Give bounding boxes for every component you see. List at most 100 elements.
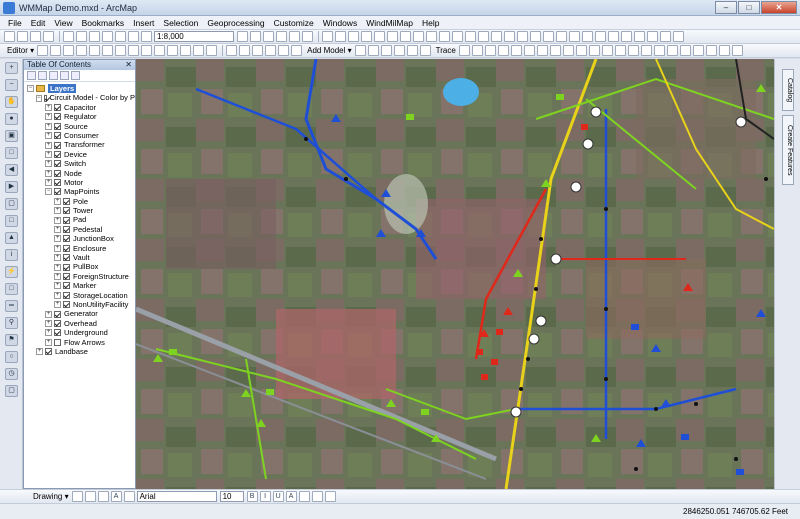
expand-icon[interactable]: + xyxy=(54,197,61,205)
toc-layer-row[interactable]: + Marker xyxy=(24,281,135,290)
trace-tool-6-icon[interactable] xyxy=(523,45,535,56)
edit-vertices-icon[interactable] xyxy=(115,45,127,56)
model-tool-3-icon[interactable] xyxy=(380,45,392,56)
toc-layer-row[interactable]: − Circuit Model - Color by P xyxy=(24,93,135,102)
expand-icon[interactable]: + xyxy=(45,160,52,168)
layer-visibility-checkbox[interactable] xyxy=(63,291,70,299)
html-popup-icon[interactable]: □ xyxy=(5,283,18,295)
layer-visibility-checkbox[interactable] xyxy=(63,244,70,252)
forward-extent-icon[interactable]: ▶ xyxy=(5,181,18,193)
toc-layer-row[interactable]: + Capacitor xyxy=(24,103,135,112)
bold-icon[interactable]: B xyxy=(246,491,258,502)
menu-view[interactable]: View xyxy=(54,18,72,28)
menu-help[interactable]: Help xyxy=(422,18,439,28)
toc-layer-row[interactable]: + Consumer xyxy=(24,131,135,140)
trace-tool-9-icon[interactable] xyxy=(562,45,574,56)
editor-toolbar-icon[interactable] xyxy=(237,31,248,42)
redo-icon[interactable] xyxy=(128,31,139,42)
pan-icon[interactable]: ✋ xyxy=(5,96,18,108)
python-icon[interactable] xyxy=(302,31,313,42)
editor-menu[interactable]: Editor ▾ xyxy=(7,46,34,55)
identify-icon[interactable]: i xyxy=(5,249,18,261)
layer-visibility-checkbox[interactable] xyxy=(54,113,61,121)
expand-icon[interactable]: + xyxy=(45,329,52,337)
go-to-xy-icon[interactable]: ○ xyxy=(5,351,18,363)
trace-tool-5-icon[interactable] xyxy=(510,45,522,56)
expand-icon[interactable]: + xyxy=(54,207,61,215)
trace-tool-8-icon[interactable] xyxy=(549,45,561,56)
expand-icon[interactable]: + xyxy=(54,254,61,262)
toc-layer-row[interactable]: + Device xyxy=(24,150,135,159)
layer-visibility-checkbox[interactable] xyxy=(54,150,61,158)
expand-icon[interactable]: + xyxy=(45,150,52,158)
italic-icon[interactable]: I xyxy=(259,491,271,502)
windmil-tool-24-icon[interactable] xyxy=(621,31,632,42)
windmil-tool-18-icon[interactable] xyxy=(543,31,554,42)
layer-visibility-checkbox[interactable] xyxy=(63,216,70,224)
expand-icon[interactable]: + xyxy=(54,244,61,252)
expand-icon[interactable]: + xyxy=(54,301,61,309)
close-icon[interactable]: ✕ xyxy=(125,60,132,70)
rectangle-icon[interactable] xyxy=(97,491,109,502)
map-view[interactable] xyxy=(136,59,774,489)
layer-visibility-checkbox[interactable] xyxy=(54,103,61,111)
windmil-tool-1-icon[interactable] xyxy=(322,31,333,42)
trace-tool-11-icon[interactable] xyxy=(588,45,600,56)
expand-icon[interactable]: + xyxy=(45,169,52,177)
map-tool-3-icon[interactable] xyxy=(252,45,264,56)
map-tool-1-icon[interactable] xyxy=(226,45,238,56)
toc-layer-row[interactable]: + Transformer xyxy=(24,140,135,149)
zoom-out-icon[interactable]: − xyxy=(5,79,18,91)
trace-tool-3-icon[interactable] xyxy=(484,45,496,56)
map-tool-2-icon[interactable] xyxy=(239,45,251,56)
list-by-source-icon[interactable] xyxy=(38,71,47,80)
layer-visibility-checkbox[interactable] xyxy=(54,310,61,318)
close-button[interactable]: ✕ xyxy=(761,1,797,14)
trace-tool-18-icon[interactable] xyxy=(679,45,691,56)
expand-icon[interactable]: + xyxy=(54,226,61,234)
drawing-menu[interactable]: Drawing ▾ xyxy=(33,492,69,501)
layer-visibility-checkbox[interactable] xyxy=(54,122,61,130)
toc-layer-row[interactable]: + Switch xyxy=(24,159,135,168)
back-extent-icon[interactable]: ◀ xyxy=(5,164,18,176)
hyperlink-icon[interactable]: ⚡ xyxy=(5,266,18,278)
expand-icon[interactable]: + xyxy=(45,338,52,346)
layer-visibility-checkbox[interactable] xyxy=(63,301,70,309)
trace-tool-17-icon[interactable] xyxy=(666,45,678,56)
table-of-contents-icon[interactable] xyxy=(250,31,261,42)
collapse-icon[interactable]: − xyxy=(27,85,34,93)
expand-icon[interactable]: + xyxy=(54,263,61,271)
windmil-tool-16-icon[interactable] xyxy=(517,31,528,42)
expand-icon[interactable]: + xyxy=(36,348,43,356)
layer-visibility-checkbox[interactable] xyxy=(63,263,70,271)
model-tool-1-icon[interactable] xyxy=(354,45,366,56)
split-icon[interactable] xyxy=(154,45,166,56)
layer-visibility-checkbox[interactable] xyxy=(63,235,70,243)
attributes-icon[interactable] xyxy=(180,45,192,56)
windmil-tool-20-icon[interactable] xyxy=(569,31,580,42)
windmil-tool-14-icon[interactable] xyxy=(491,31,502,42)
point-tool-icon[interactable] xyxy=(102,45,114,56)
toc-layer-row[interactable]: + Source xyxy=(24,122,135,131)
expand-icon[interactable]: + xyxy=(45,179,52,187)
layer-visibility-checkbox[interactable] xyxy=(54,141,61,149)
save-icon[interactable] xyxy=(30,31,41,42)
layer-visibility-checkbox[interactable] xyxy=(54,338,61,346)
new-document-icon[interactable] xyxy=(4,31,15,42)
toc-layer-row[interactable]: + ForeignStructure xyxy=(24,272,135,281)
fixed-zoom-in-icon[interactable]: ▣ xyxy=(5,130,18,142)
trace-tool-4-icon[interactable] xyxy=(497,45,509,56)
layer-visibility-checkbox[interactable] xyxy=(63,254,70,262)
windmil-tool-28-icon[interactable] xyxy=(673,31,684,42)
print-icon[interactable] xyxy=(43,31,54,42)
model-tool-4-icon[interactable] xyxy=(393,45,405,56)
layer-visibility-checkbox[interactable] xyxy=(45,348,52,356)
add-model-menu[interactable]: Add Model ▾ xyxy=(307,46,351,55)
windmil-tool-5-icon[interactable] xyxy=(374,31,385,42)
endpoint-arc-icon[interactable] xyxy=(76,45,88,56)
windmil-tool-23-icon[interactable] xyxy=(608,31,619,42)
rotate-icon[interactable] xyxy=(167,45,179,56)
find-route-icon[interactable]: ⚑ xyxy=(5,334,18,346)
trace-tool-icon[interactable] xyxy=(89,45,101,56)
expand-icon[interactable]: + xyxy=(54,216,61,224)
